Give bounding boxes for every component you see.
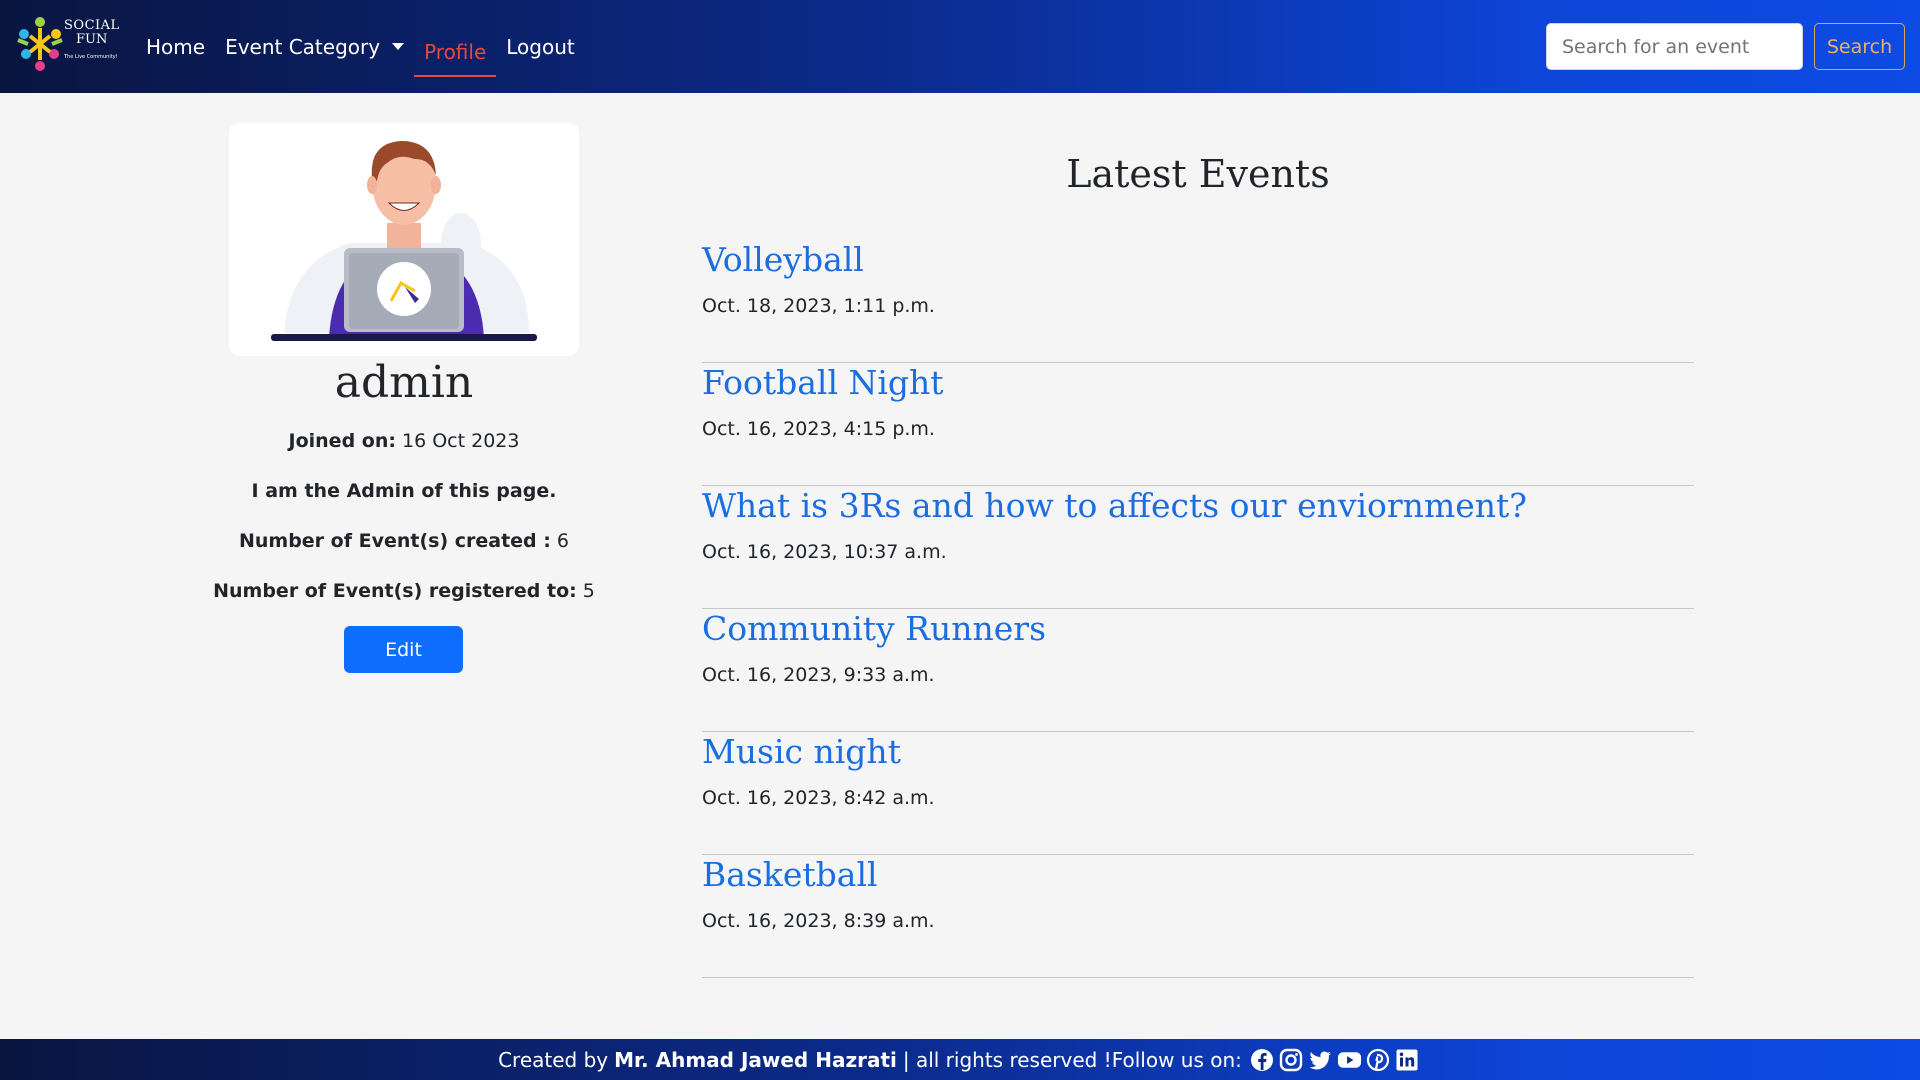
footer-rights: | all rights reserved !Follow us on: bbox=[902, 1047, 1242, 1072]
nav-event-category-label: Event Category bbox=[225, 34, 381, 59]
event-item: What is 3Rs and how to affects our envio… bbox=[702, 486, 1694, 609]
event-item: Community Runners Oct. 16, 2023, 9:33 a.… bbox=[702, 609, 1694, 732]
footer: Created by Mr. Ahmad Jawed Hazrati | all… bbox=[0, 1039, 1920, 1080]
joined-label: Joined on: bbox=[288, 430, 396, 452]
event-date: Oct. 16, 2023, 8:42 a.m. bbox=[702, 787, 935, 809]
event-date: Oct. 16, 2023, 4:15 p.m. bbox=[702, 418, 935, 440]
twitter-icon[interactable] bbox=[1308, 1047, 1333, 1072]
nav-profile[interactable]: Profile bbox=[414, 29, 497, 77]
event-title-link[interactable]: Community Runners bbox=[702, 609, 1046, 648]
bio-line: I am the Admin of this page. bbox=[180, 480, 628, 502]
event-title-link[interactable]: Volleyball bbox=[702, 240, 864, 279]
search-input[interactable] bbox=[1546, 23, 1803, 70]
social-links bbox=[1248, 1047, 1422, 1072]
event-item: Football Night Oct. 16, 2023, 4:15 p.m. bbox=[702, 363, 1694, 486]
nav-home[interactable]: Home bbox=[136, 23, 215, 71]
youtube-icon[interactable] bbox=[1337, 1047, 1362, 1072]
event-item: Basketball Oct. 16, 2023, 8:39 a.m. bbox=[702, 855, 1694, 978]
profile-username: admin bbox=[334, 357, 474, 408]
navbar: SOCIAL FUN The Live Community! Home Even… bbox=[0, 0, 1920, 93]
search-button[interactable]: Search bbox=[1814, 23, 1905, 70]
event-date: Oct. 16, 2023, 10:37 a.m. bbox=[702, 541, 947, 563]
joined-on-line: Joined on: 16 Oct 2023 bbox=[180, 430, 628, 452]
brand-name-line2: FUN bbox=[76, 32, 108, 47]
pinterest-icon[interactable] bbox=[1366, 1047, 1391, 1072]
event-item: Music night Oct. 16, 2023, 8:42 a.m. bbox=[702, 732, 1694, 855]
linkedin-icon[interactable] bbox=[1395, 1047, 1420, 1072]
event-title-link[interactable]: What is 3Rs and how to affects our envio… bbox=[702, 486, 1527, 525]
edit-profile-button[interactable]: Edit bbox=[344, 626, 463, 673]
brand-name-line1: SOCIAL bbox=[64, 18, 120, 33]
event-title-link[interactable]: Basketball bbox=[702, 855, 878, 894]
latest-events-heading: Latest Events bbox=[1066, 152, 1330, 196]
events-created-label: Number of Event(s) created : bbox=[238, 530, 551, 552]
events-created-line: Number of Event(s) created : 6 bbox=[180, 530, 628, 552]
footer-created-by: Created by bbox=[498, 1047, 609, 1072]
events-registered-value: 5 bbox=[582, 580, 595, 602]
profile-bio: I am the Admin of this page. bbox=[251, 480, 557, 502]
facebook-icon[interactable] bbox=[1250, 1047, 1275, 1072]
footer-author: Mr. Ahmad Jawed Hazrati bbox=[614, 1047, 897, 1072]
event-date: Oct. 16, 2023, 8:39 a.m. bbox=[702, 910, 935, 932]
event-date: Oct. 16, 2023, 9:33 a.m. bbox=[702, 664, 935, 686]
avatar-card bbox=[229, 123, 579, 356]
event-date: Oct. 18, 2023, 1:11 p.m. bbox=[702, 295, 935, 317]
instagram-icon[interactable] bbox=[1279, 1047, 1304, 1072]
events-registered-label: Number of Event(s) registered to: bbox=[213, 580, 577, 602]
brand-tagline: The Live Community! bbox=[64, 54, 118, 60]
joined-value: 16 Oct 2023 bbox=[402, 430, 520, 452]
logo-people-icon bbox=[17, 17, 63, 71]
events-registered-line: Number of Event(s) registered to: 5 bbox=[180, 580, 628, 602]
nav-event-category-dropdown[interactable]: Event Category bbox=[215, 23, 414, 71]
event-title-link[interactable]: Music night bbox=[702, 732, 901, 771]
nav-logout[interactable]: Logout bbox=[496, 23, 584, 71]
event-item: Volleyball Oct. 18, 2023, 1:11 p.m. bbox=[702, 240, 1694, 363]
caret-down-icon bbox=[392, 43, 405, 50]
events-created-value: 6 bbox=[556, 530, 570, 552]
nav-links: Home Event Category Profile Logout bbox=[136, 0, 585, 93]
event-title-link[interactable]: Football Night bbox=[702, 363, 944, 402]
brand-logo[interactable]: SOCIAL FUN The Live Community! bbox=[12, 12, 120, 78]
avatar-illustration bbox=[271, 141, 537, 341]
